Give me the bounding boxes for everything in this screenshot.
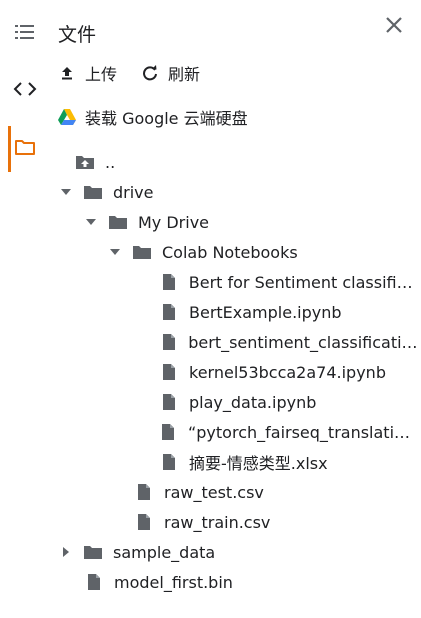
tree-item-colab-notebooks[interactable]: Colab Notebooks bbox=[107, 237, 298, 267]
chevron-down-icon[interactable] bbox=[107, 244, 123, 260]
file-icon bbox=[83, 572, 105, 592]
chevron-down-icon[interactable] bbox=[58, 184, 74, 200]
tree-item-parent[interactable]: .. bbox=[58, 147, 115, 177]
file-icon bbox=[158, 422, 179, 442]
side-rail bbox=[0, 0, 50, 618]
tree-item-label: .. bbox=[105, 152, 116, 172]
tree-item-file[interactable]: model_first.bin bbox=[83, 567, 233, 597]
upload-button[interactable]: 上传 bbox=[57, 60, 117, 86]
tree-item-label: kernel53bcca2a74.ipynb bbox=[189, 362, 386, 382]
tree-item-label: “pytorch_fairseq_translation... bbox=[187, 422, 418, 442]
folder-icon bbox=[82, 542, 104, 562]
file-icon bbox=[158, 362, 180, 382]
tree-item-file[interactable]: raw_train.csv bbox=[133, 507, 270, 537]
file-icon bbox=[133, 482, 155, 502]
table-of-contents-icon bbox=[14, 23, 36, 45]
tree-item-file[interactable]: BertExample.ipynb bbox=[158, 297, 418, 327]
file-icon bbox=[158, 302, 180, 322]
tree-item-label: sample_data bbox=[113, 542, 216, 562]
file-icon bbox=[158, 332, 179, 352]
tree-item-label: 摘要-情感类型.xlsx bbox=[189, 454, 328, 473]
table-of-contents-button[interactable] bbox=[0, 11, 50, 57]
close-button[interactable] bbox=[380, 13, 408, 41]
file-icon bbox=[158, 272, 180, 292]
tree-item-label: play_data.ipynb bbox=[189, 392, 317, 412]
files-button[interactable] bbox=[0, 126, 50, 172]
tree-item-file[interactable]: bert_sentiment_classificatio... bbox=[158, 327, 418, 357]
file-icon bbox=[133, 512, 155, 532]
tree-item-file[interactable]: 摘要-情感类型.xlsx bbox=[158, 447, 418, 477]
code-snippets-button[interactable] bbox=[0, 68, 50, 114]
tree-item-my-drive[interactable]: My Drive bbox=[83, 207, 209, 237]
upload-icon bbox=[57, 63, 77, 83]
upload-label: 上传 bbox=[85, 65, 118, 84]
folder-up-icon bbox=[74, 152, 96, 172]
refresh-icon bbox=[140, 63, 160, 83]
folder-icon bbox=[82, 182, 104, 202]
tree-item-label: raw_train.csv bbox=[164, 512, 271, 532]
tree-item-file[interactable]: play_data.ipynb bbox=[158, 387, 418, 417]
tree-item-sample-data[interactable]: sample_data bbox=[58, 537, 215, 567]
tree-item-file[interactable]: Bert for Sentiment classific... bbox=[158, 267, 418, 297]
tree-item-drive[interactable]: drive bbox=[58, 177, 154, 207]
tree-item-file[interactable]: “pytorch_fairseq_translation... bbox=[158, 417, 418, 447]
tree-item-label: My Drive bbox=[138, 212, 210, 232]
tree-item-label: raw_test.csv bbox=[164, 482, 264, 502]
panel-title: 文件 bbox=[58, 24, 97, 46]
chevron-right-icon[interactable] bbox=[58, 544, 74, 560]
file-icon bbox=[158, 392, 180, 412]
tree-item-label: Colab Notebooks bbox=[162, 242, 298, 262]
folder-icon bbox=[14, 138, 36, 160]
tree-item-label: BertExample.ipynb bbox=[189, 302, 342, 322]
google-drive-icon bbox=[57, 107, 77, 127]
mount-drive-label: 装载 Google 云端硬盘 bbox=[85, 109, 248, 128]
code-icon bbox=[13, 80, 37, 102]
tree-item-label: drive bbox=[113, 182, 154, 202]
file-icon bbox=[158, 452, 180, 472]
refresh-label: 刷新 bbox=[168, 65, 201, 84]
tree-item-label: bert_sentiment_classificatio... bbox=[188, 332, 418, 352]
refresh-button[interactable]: 刷新 bbox=[140, 60, 200, 86]
close-icon bbox=[384, 15, 404, 39]
folder-icon bbox=[107, 212, 129, 232]
tree-item-file[interactable]: raw_test.csv bbox=[133, 477, 264, 507]
tree-item-label: model_first.bin bbox=[114, 572, 233, 592]
tree-item-file[interactable]: kernel53bcca2a74.ipynb bbox=[158, 357, 418, 387]
chevron-down-icon[interactable] bbox=[83, 214, 99, 230]
mount-drive-button[interactable]: 装载 Google 云端硬盘 bbox=[57, 104, 248, 130]
folder-icon bbox=[131, 242, 153, 262]
tree-item-label: Bert for Sentiment classific... bbox=[188, 272, 418, 292]
